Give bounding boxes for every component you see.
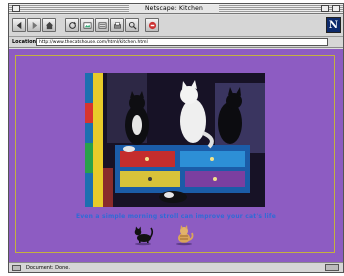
images-button[interactable]: [80, 18, 94, 32]
zoom-box[interactable]: [321, 5, 329, 12]
netscape-logo[interactable]: N: [326, 17, 341, 33]
tabby-cat-icon[interactable]: [173, 224, 195, 246]
home-button[interactable]: [42, 18, 56, 32]
find-icon: [128, 21, 137, 30]
security-lock-icon[interactable]: [12, 265, 21, 271]
forward-arrow-icon: [32, 21, 37, 29]
window-title: Netscape: Kitchen: [129, 5, 219, 13]
close-box[interactable]: [12, 5, 20, 12]
status-bar: Document: Done.: [9, 262, 343, 272]
print-button[interactable]: [110, 18, 124, 32]
browser-window: Netscape: Kitchen N Location: http://www…: [8, 3, 344, 273]
stop-icon: [148, 21, 156, 29]
page-caption: Even a simple morning stroll can improve…: [75, 213, 277, 220]
collapse-box[interactable]: [332, 5, 340, 12]
location-url-field[interactable]: http://www.thecatshouse.com/html/kitchen…: [36, 38, 328, 46]
location-bar: Location: http://www.thecatshouse.com/ht…: [9, 37, 343, 48]
back-arrow-icon: [16, 21, 21, 29]
stop-button[interactable]: [145, 18, 159, 32]
activity-indicator: [325, 264, 339, 271]
print-icon: [113, 21, 121, 28]
toolbar: N: [9, 15, 343, 37]
status-text: Document: Done.: [26, 265, 70, 271]
page-content: Even a simple morning stroll can improve…: [9, 49, 343, 262]
images-icon: [83, 21, 91, 29]
cats-on-dresser-photo: [85, 73, 265, 207]
reload-button[interactable]: [65, 18, 79, 32]
back-button[interactable]: [12, 18, 26, 32]
black-cat-icon[interactable]: [132, 224, 154, 246]
open-icon: [98, 21, 106, 29]
location-label: Location:: [12, 39, 39, 45]
forward-button[interactable]: [27, 18, 41, 32]
reload-icon: [68, 21, 76, 29]
title-bar[interactable]: Netscape: Kitchen: [9, 4, 343, 14]
home-icon: [45, 21, 53, 29]
find-button[interactable]: [125, 18, 139, 32]
open-button[interactable]: [95, 18, 109, 32]
